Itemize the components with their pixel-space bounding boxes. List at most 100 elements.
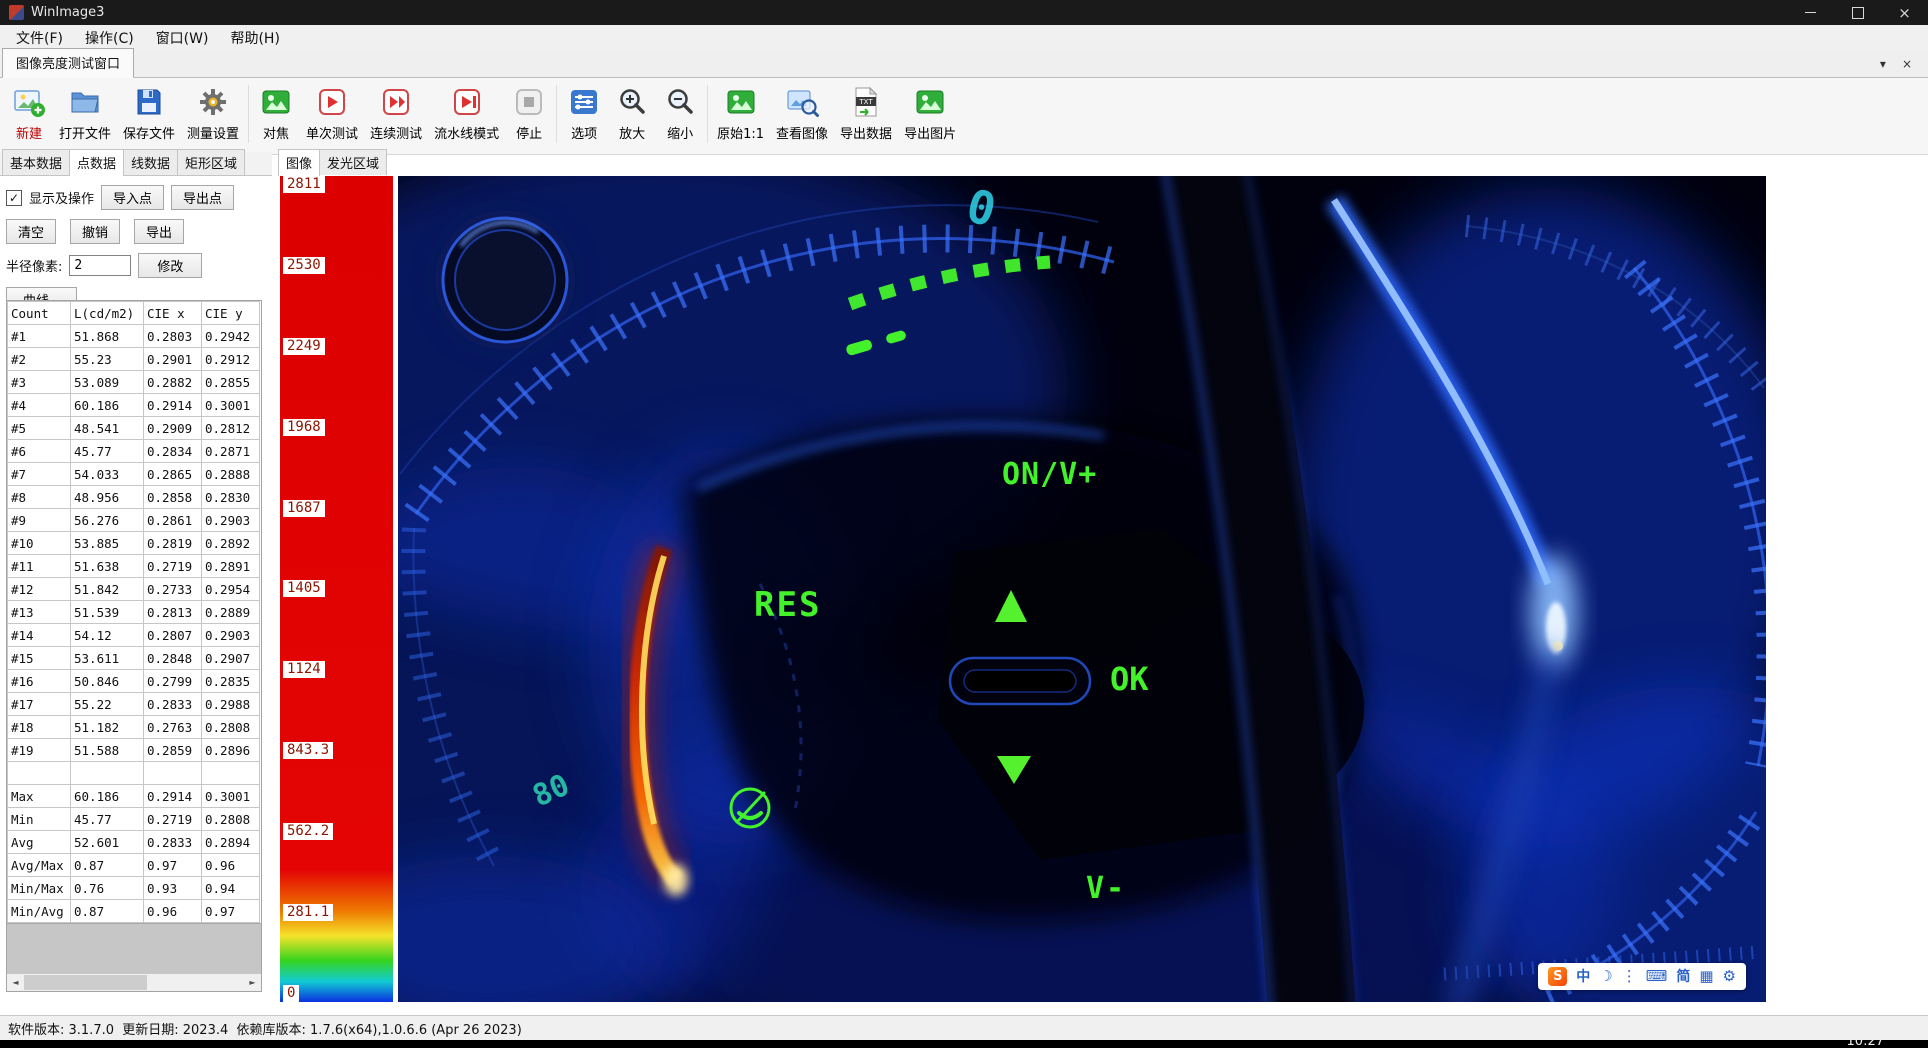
table-horizontal-scrollbar[interactable]: ◄ ► [7,973,261,991]
cell-luminance: 48.956 [71,486,144,509]
scroll-right-arrow-icon[interactable]: ► [244,974,261,991]
continuous-test-button[interactable]: 连续测试 [364,81,428,144]
maximize-icon [1852,7,1864,19]
toolbar-separator [707,85,708,143]
cell-luminance: 0.87 [71,900,144,923]
thermal-image[interactable]: 0 80 ON/V+ RES OK V- [398,176,1766,1002]
sliders-icon [566,84,602,120]
table-row[interactable]: #14 54.12 0.2807 0.2903 [8,624,260,647]
green-image-icon [258,84,294,120]
cell-cie-x: 0.2909 [144,417,202,440]
undo-button[interactable]: 撤销 [70,219,120,244]
ime-halfwidth-icon[interactable]: ☽ [1599,969,1612,984]
cell-count: #13 [8,601,71,624]
table-row[interactable]: #10 53.885 0.2819 0.2892 [8,532,260,555]
cell-count: #11 [8,555,71,578]
table-row[interactable]: #12 51.842 0.2733 0.2954 [8,578,260,601]
table-row[interactable]: #1 51.868 0.2803 0.2942 [8,325,260,348]
table-row[interactable]: Min/Max 0.76 0.93 0.94 [8,877,260,900]
table-row[interactable]: #13 51.539 0.2813 0.2889 [8,601,260,624]
tab-image-brightness-test[interactable]: 图像亮度测试窗口 [2,48,134,78]
export-points-button[interactable]: 导出点 [171,185,234,210]
save-file-button[interactable]: 保存文件 [117,81,181,144]
table-row[interactable]: #5 48.541 0.2909 0.2812 [8,417,260,440]
tab-rect-area[interactable]: 矩形区域 [177,149,245,175]
view-image-icon [784,84,820,120]
export-image-button[interactable]: 导出图片 [898,81,962,144]
table-row[interactable]: #16 50.846 0.2799 0.2835 [8,670,260,693]
play-loop-icon [378,84,414,120]
tab-luminous-area[interactable]: 发光区域 [319,149,387,175]
tab-close-icon[interactable]: × [1902,57,1912,71]
table-row[interactable]: #19 51.588 0.2859 0.2896 [8,739,260,762]
cell-count: #10 [8,532,71,555]
ime-more-icon[interactable]: ⋮ [1622,969,1637,984]
winimage3-window: WinImage3 × 文件(F) 操作(C) 窗口(W) 帮助(H) 图像亮度… [0,0,1928,1048]
menu-window[interactable]: 窗口(W) [145,25,220,51]
table-row[interactable]: #7 54.033 0.2865 0.2888 [8,463,260,486]
stop-button[interactable]: 停止 [505,81,553,144]
focus-button[interactable]: 对焦 [252,81,300,144]
pipeline-mode-button[interactable]: 流水线模式 [428,81,505,144]
table-row[interactable]: Max 60.186 0.2914 0.3001 [8,785,260,808]
table-row[interactable]: Min 45.77 0.2719 0.2808 [8,808,260,831]
ime-language-bar[interactable]: S 中 ☽ ⋮ ⌨ 简 ▦ ⚙ [1538,963,1746,990]
menu-help[interactable]: 帮助(H) [219,25,290,51]
thermal-image-view[interactable]: 0 80 ON/V+ RES OK V- S 中 ☽ ⋮ ⌨ [398,176,1766,1002]
measurement-table-frame: Count L(cd/m2) CIE x CIE y #1 51.868 0.2… [6,300,262,992]
options-button[interactable]: 选项 [560,81,608,144]
tab-image[interactable]: 图像 [278,149,320,176]
ime-settings-icon[interactable]: ⚙ [1723,969,1736,984]
table-row[interactable]: #11 51.638 0.2719 0.2891 [8,555,260,578]
export-button[interactable]: 导出 [134,219,184,244]
ime-simplified-mode[interactable]: 简 [1676,970,1690,984]
maximize-button[interactable] [1834,0,1881,25]
table-row[interactable]: #17 55.22 0.2833 0.2988 [8,693,260,716]
close-button[interactable]: × [1881,0,1928,25]
new-button[interactable]: 新建 [5,81,53,144]
table-row[interactable]: #2 55.23 0.2901 0.2912 [8,348,260,371]
zoom-out-button[interactable]: 缩小 [656,81,704,144]
ime-logo-icon[interactable]: S [1548,967,1567,986]
tab-collapse-icon[interactable]: ▾ [1880,57,1886,71]
table-row[interactable]: #3 53.089 0.2882 0.2855 [8,371,260,394]
original-1-1-button[interactable]: 原始1:1 [711,81,770,144]
table-row[interactable]: Avg/Max 0.87 0.97 0.96 [8,854,260,877]
table-row[interactable]: #15 53.611 0.2848 0.2907 [8,647,260,670]
scrollbar-thumb[interactable] [24,975,147,990]
scroll-left-arrow-icon[interactable]: ◄ [7,974,24,991]
ime-chinese-mode[interactable]: 中 [1576,970,1590,984]
table-row[interactable]: #9 56.276 0.2861 0.2903 [8,509,260,532]
minimize-button[interactable] [1787,0,1834,25]
clear-button[interactable]: 清空 [6,219,56,244]
table-row[interactable]: #18 51.182 0.2763 0.2808 [8,716,260,739]
table-row[interactable]: #6 45.77 0.2834 0.2871 [8,440,260,463]
modify-button[interactable]: 修改 [138,253,202,278]
cell-cie-y [202,762,260,785]
tab-basic-data[interactable]: 基本数据 [2,149,70,175]
cell-cie-x: 0.96 [144,900,202,923]
view-image-button[interactable]: 查看图像 [770,81,834,144]
table-row[interactable]: #8 48.956 0.2858 0.2830 [8,486,260,509]
open-file-button[interactable]: 打开文件 [53,81,117,144]
open-folder-icon [67,84,103,120]
export-data-button[interactable]: TXT 导出数据 [834,81,898,144]
table-row[interactable]: Min/Avg 0.87 0.96 0.97 [8,900,260,923]
measure-settings-button[interactable]: 测量设置 [181,81,245,144]
zoom-in-button[interactable]: 放大 [608,81,656,144]
minimize-icon [1805,12,1816,13]
document-tab-bar: 图像亮度测试窗口 ▾ × [0,51,1928,78]
cell-luminance: 60.186 [71,394,144,417]
ime-toolbox-icon[interactable]: ▦ [1699,969,1713,984]
table-row[interactable]: #4 60.186 0.2914 0.3001 [8,394,260,417]
radius-input[interactable] [69,255,131,276]
ime-keyboard-icon[interactable]: ⌨ [1646,969,1668,984]
single-test-button[interactable]: 单次测试 [300,81,364,144]
table-row[interactable] [8,762,260,785]
tab-point-data[interactable]: 点数据 [69,149,124,176]
import-points-button[interactable]: 导入点 [101,185,164,210]
show-operate-checkbox[interactable]: ✓ [6,190,22,206]
table-row[interactable]: Avg 52.601 0.2833 0.2894 [8,831,260,854]
gear-icon [195,84,231,120]
tab-line-data[interactable]: 线数据 [123,149,178,175]
